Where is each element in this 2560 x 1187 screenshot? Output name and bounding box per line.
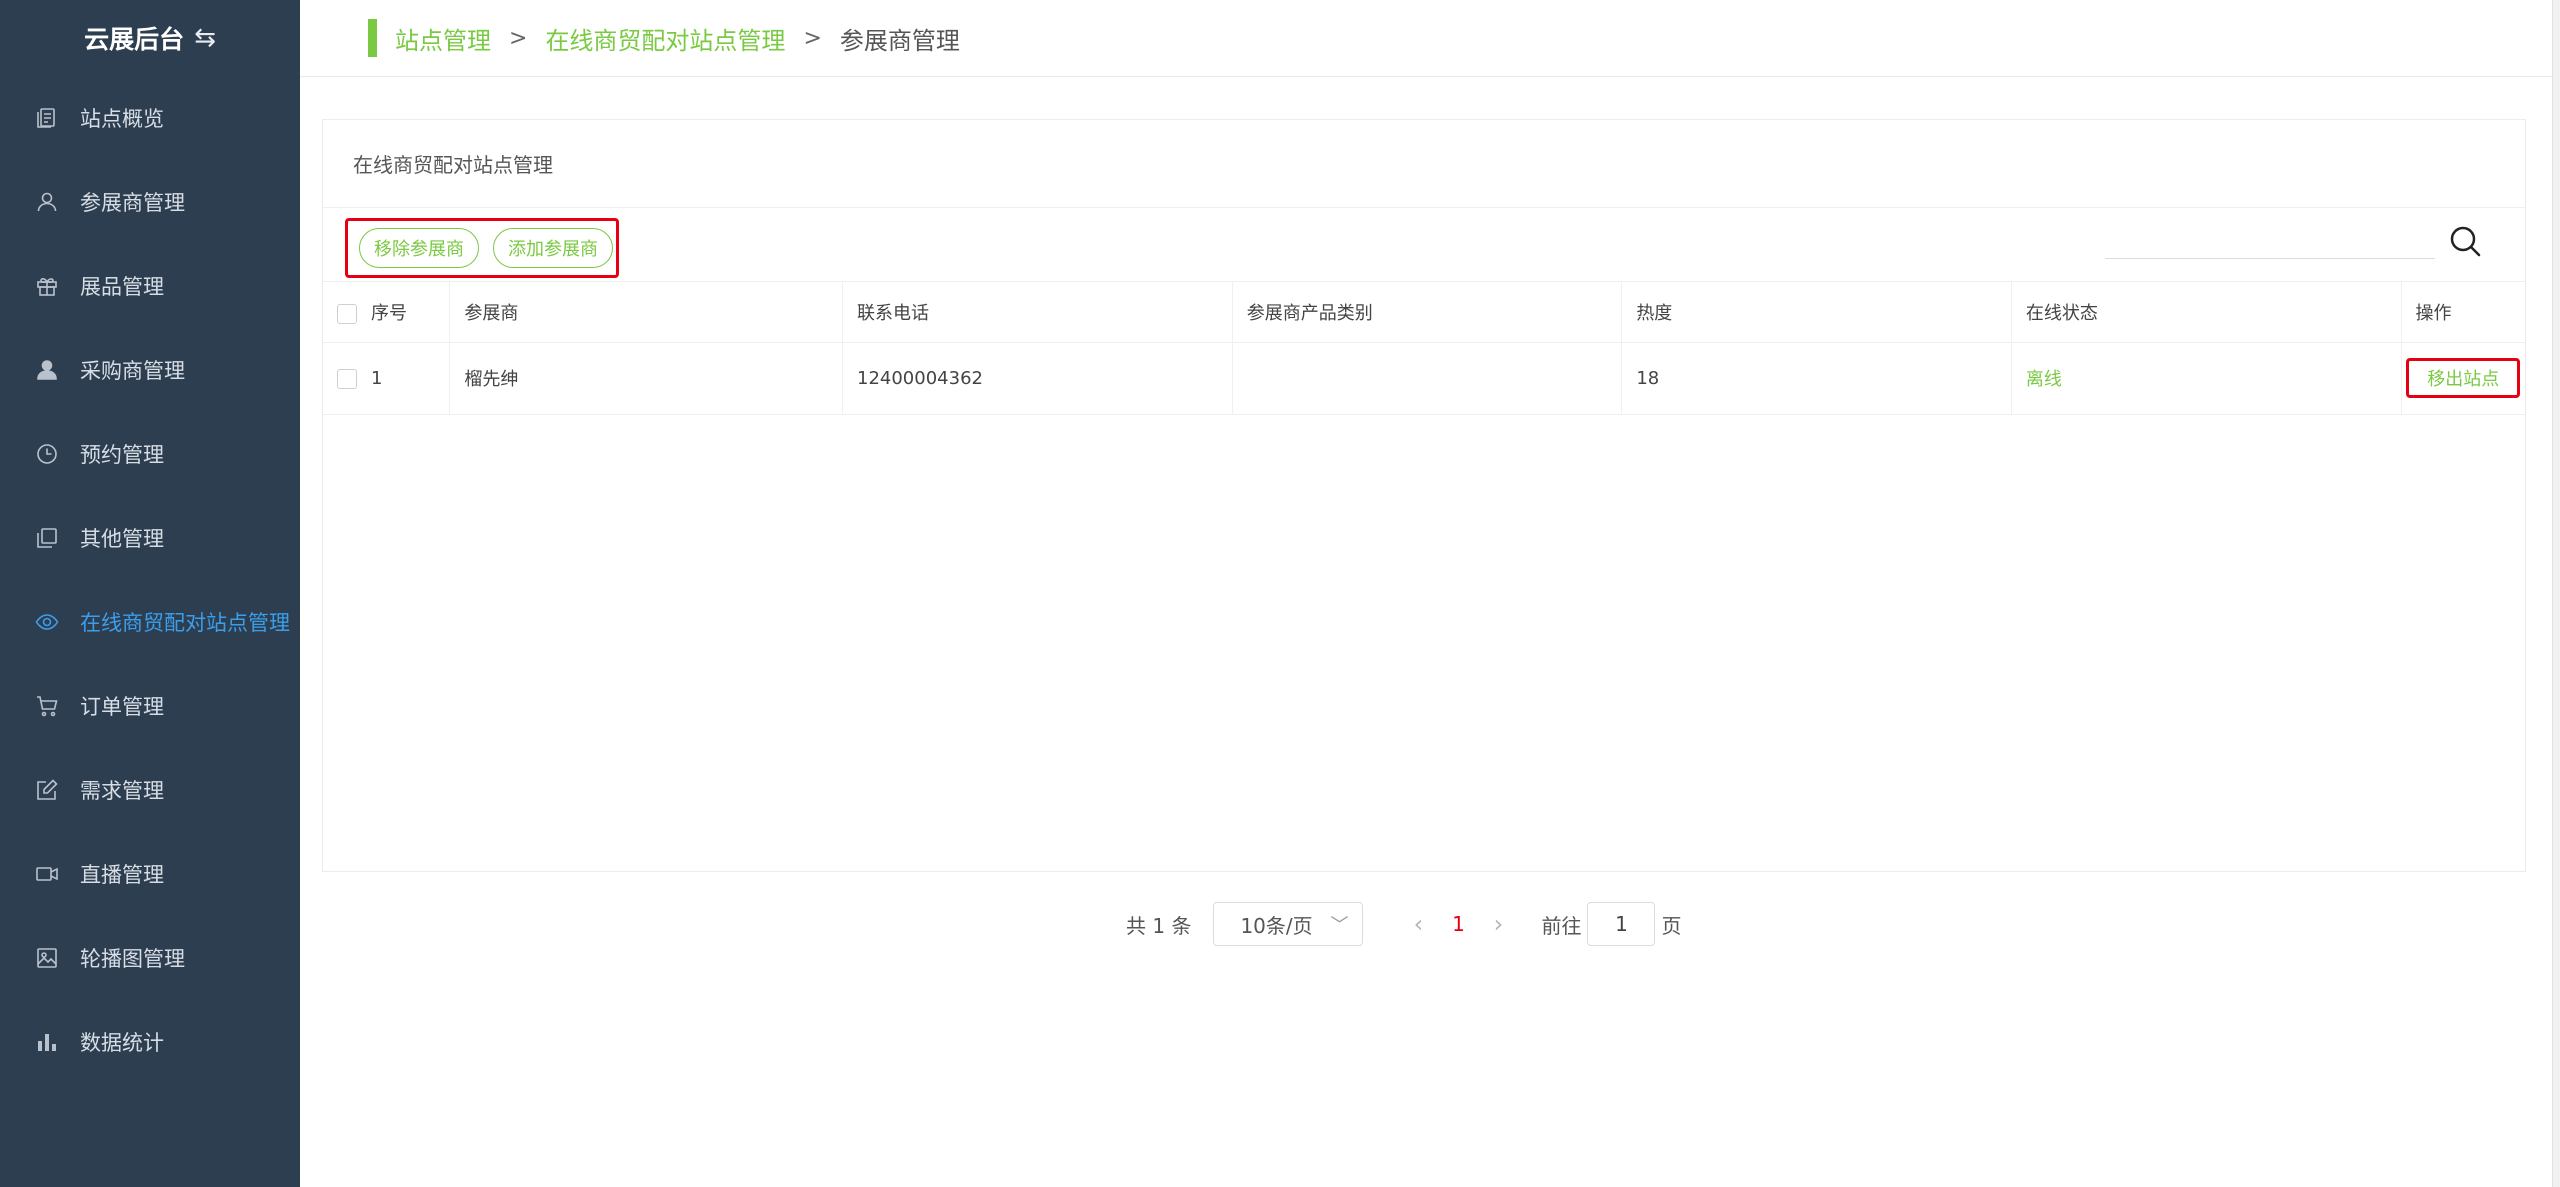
search-input[interactable] bbox=[2105, 226, 2435, 256]
cell-index: 1 bbox=[323, 342, 451, 414]
sidebar-item-label: 采购商管理 bbox=[80, 359, 185, 383]
column-header-heat: 热度 bbox=[1621, 282, 2012, 342]
page-size-select[interactable]: 10条/页 ﹀ bbox=[1213, 902, 1364, 946]
cell-action: 移出站点 bbox=[2401, 342, 2525, 414]
app-brand: 云展后台 ⇆ bbox=[0, 0, 300, 76]
clock-icon bbox=[34, 441, 60, 467]
sidebar-menu: 站点概览 参展商管理 展品管理 采购商管理 预约管理 其他管理 在线商贸配对站点… bbox=[0, 76, 300, 1084]
sidebar-item-order-management[interactable]: 订单管理 bbox=[0, 664, 300, 748]
search-underline bbox=[2105, 258, 2435, 259]
sidebar-item-label: 轮播图管理 bbox=[80, 947, 185, 971]
sidebar-item-label: 参展商管理 bbox=[80, 191, 185, 215]
sidebar-item-buyer-management[interactable]: 采购商管理 bbox=[0, 328, 300, 412]
cart-icon bbox=[34, 693, 60, 719]
sidebar-item-carousel-management[interactable]: 轮播图管理 bbox=[0, 916, 300, 1000]
page-scrollbar[interactable] bbox=[2552, 0, 2560, 1187]
content-card: 在线商贸配对站点管理 移除参展商 添加参展商 序号 参展商 联系电话 参展商产品… bbox=[322, 119, 2526, 872]
cell-heat: 18 bbox=[1621, 342, 2012, 414]
page-size-value: 10条/页 bbox=[1240, 913, 1313, 938]
column-header-action: 操作 bbox=[2415, 302, 2452, 324]
sidebar-item-live-management[interactable]: 直播管理 bbox=[0, 832, 300, 916]
sidebar-item-exhibitor-management[interactable]: 参展商管理 bbox=[0, 160, 300, 244]
gift-box-icon bbox=[34, 273, 60, 299]
video-camera-icon bbox=[34, 861, 60, 887]
row-index: 1 bbox=[371, 367, 383, 389]
edit-icon bbox=[34, 777, 60, 803]
row-checkbox[interactable] bbox=[337, 368, 357, 389]
sidebar-item-exhibit-management[interactable]: 展品管理 bbox=[0, 244, 300, 328]
sidebar-item-label: 直播管理 bbox=[80, 863, 164, 887]
breadcrumb-item-site-management[interactable]: 站点管理 bbox=[395, 21, 491, 56]
goto-label: 前往 bbox=[1541, 913, 1582, 938]
cell-status: 离线 bbox=[2011, 342, 2402, 414]
column-label: 序号 bbox=[371, 302, 407, 324]
exhibitor-table: 序号 参展商 联系电话 参展商产品类别 热度 在线状态 操作 1 榴先绅 124… bbox=[323, 282, 2525, 415]
goto-page-input[interactable] bbox=[1587, 902, 1656, 946]
document-list-icon bbox=[34, 105, 60, 131]
cell-category bbox=[1232, 342, 1623, 414]
breadcrumb: 站点管理 > 在线商贸配对站点管理 > 参展商管理 bbox=[300, 0, 2560, 77]
table-row: 1 榴先绅 12400004362 18 离线 移出站点 bbox=[323, 342, 2525, 414]
table-header-row: 序号 参展商 联系电话 参展商产品类别 热度 在线状态 操作 bbox=[323, 282, 2525, 342]
pagination-total: 共 1 条 bbox=[1126, 913, 1192, 938]
chevron-down-icon: ﹀ bbox=[1330, 915, 1349, 936]
sidebar-item-demand-management[interactable]: 需求管理 bbox=[0, 748, 300, 832]
sidebar-item-label: 需求管理 bbox=[80, 779, 164, 803]
column-header-exhibitor: 参展商 bbox=[449, 282, 843, 342]
search-icon[interactable] bbox=[2448, 224, 2482, 258]
breadcrumb-accent-bar bbox=[368, 19, 377, 57]
cell-exhibitor: 榴先绅 bbox=[449, 342, 843, 414]
sidebar-item-other-management[interactable]: 其他管理 bbox=[0, 496, 300, 580]
remove-from-site-button[interactable]: 移出站点 bbox=[2406, 358, 2521, 398]
sidebar-item-online-matching-site-management[interactable]: 在线商贸配对站点管理 bbox=[0, 580, 300, 664]
column-header-status: 在线状态 bbox=[2011, 282, 2402, 342]
sidebar-item-appointment-management[interactable]: 预约管理 bbox=[0, 412, 300, 496]
breadcrumb-separator: > bbox=[803, 25, 822, 51]
sidebar-item-label: 展品管理 bbox=[80, 275, 164, 299]
add-exhibitor-button[interactable]: 添加参展商 bbox=[493, 228, 613, 268]
column-header-phone: 联系电话 bbox=[842, 282, 1233, 342]
user-filled-icon bbox=[34, 357, 60, 383]
prev-page-icon[interactable]: ‹ bbox=[1393, 910, 1443, 938]
column-header-index: 序号 bbox=[323, 282, 451, 342]
sidebar-item-site-overview[interactable]: 站点概览 bbox=[0, 76, 300, 160]
app-title: 云展后台 bbox=[84, 25, 185, 54]
bar-chart-icon bbox=[34, 1029, 60, 1055]
card-title: 在线商贸配对站点管理 bbox=[323, 120, 2525, 208]
page-suffix: 页 bbox=[1661, 913, 1682, 938]
sidebar-item-label: 预约管理 bbox=[80, 443, 164, 467]
swap-arrows-icon[interactable]: ⇆ bbox=[194, 23, 216, 53]
sidebar-item-label: 数据统计 bbox=[80, 1031, 164, 1055]
select-all-checkbox[interactable] bbox=[337, 303, 357, 324]
sidebar: 云展后台 ⇆ 站点概览 参展商管理 展品管理 采购商管理 预约管理 其他管理 在… bbox=[0, 0, 300, 1187]
user-outline-icon bbox=[34, 189, 60, 215]
breadcrumb-separator: > bbox=[509, 25, 528, 51]
eye-icon bbox=[34, 609, 60, 635]
pagination: 共 1 条 10条/页 ﹀ ‹ 1 › 前往 页 bbox=[1126, 901, 1681, 947]
cell-phone: 12400004362 bbox=[842, 342, 1233, 414]
action-button-group: 移除参展商 添加参展商 bbox=[345, 218, 619, 278]
remove-exhibitor-button[interactable]: 移除参展商 bbox=[359, 228, 479, 268]
sidebar-item-label: 站点概览 bbox=[80, 107, 164, 131]
sidebar-item-data-statistics[interactable]: 数据统计 bbox=[0, 1000, 300, 1084]
column-header-category: 参展商产品类别 bbox=[1232, 282, 1623, 342]
breadcrumb-item-online-matching[interactable]: 在线商贸配对站点管理 bbox=[545, 21, 785, 56]
sidebar-item-label: 订单管理 bbox=[80, 695, 164, 719]
sidebar-item-label: 在线商贸配对站点管理 bbox=[80, 611, 290, 635]
picture-icon bbox=[34, 945, 60, 971]
breadcrumb-item-current: 参展商管理 bbox=[839, 26, 960, 55]
next-page-icon[interactable]: › bbox=[1473, 910, 1523, 938]
sidebar-item-label: 其他管理 bbox=[80, 527, 164, 551]
copy-icon bbox=[34, 525, 60, 551]
page-number-current[interactable]: 1 bbox=[1443, 912, 1473, 936]
toolbar: 移除参展商 添加参展商 bbox=[323, 208, 2525, 282]
